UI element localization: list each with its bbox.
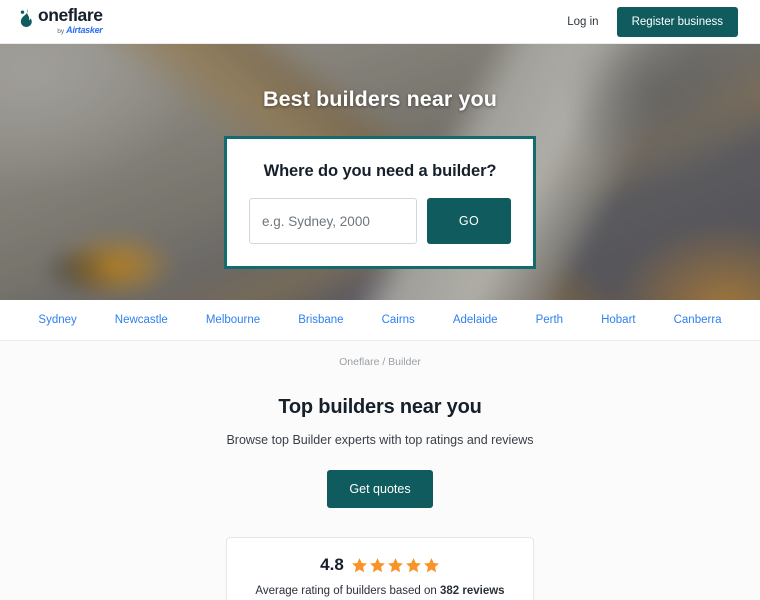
city-link-hobart[interactable]: Hobart <box>582 308 655 332</box>
register-business-button[interactable]: Register business <box>616 6 738 37</box>
star-icon <box>423 557 439 572</box>
city-link-melbourne[interactable]: Melbourne <box>187 308 279 332</box>
city-link-cairns[interactable]: Cairns <box>363 308 434 332</box>
rating-description: Average rating of builders based on 382 … <box>251 583 509 600</box>
hero-title: Best builders near you <box>263 87 497 111</box>
search-go-button[interactable]: GO <box>427 198 511 244</box>
logo-wordmark: oneflare <box>38 5 103 26</box>
rating-summary-card: 4.8 Average rating of builders based on … <box>226 537 534 600</box>
star-icon <box>369 557 385 572</box>
search-row: GO <box>249 198 511 244</box>
flame-icon <box>20 9 32 28</box>
search-card-title: Where do you need a builder? <box>263 162 497 180</box>
location-search-input[interactable] <box>249 198 417 244</box>
logo-text-block: oneflare by Airtasker <box>38 5 103 36</box>
login-link[interactable]: Log in <box>565 12 600 32</box>
rating-header: 4.8 <box>251 555 509 575</box>
star-icon <box>387 557 403 572</box>
page-title: Top builders near you <box>278 396 482 418</box>
city-link-sydney[interactable]: Sydney <box>19 308 95 332</box>
city-links-bar: Sydney Newcastle Melbourne Brisbane Cair… <box>0 300 760 341</box>
site-header: oneflare by Airtasker Log in Register bu… <box>0 0 760 44</box>
main-content: Oneflare / Builder Top builders near you… <box>0 341 760 600</box>
hero-section: Best builders near you Where do you need… <box>0 44 760 300</box>
rating-description-prefix: Average rating of builders based on <box>255 585 440 597</box>
page-root: oneflare by Airtasker Log in Register bu… <box>0 0 760 600</box>
location-search-card: Where do you need a builder? GO <box>224 136 536 269</box>
breadcrumb[interactable]: Oneflare / Builder <box>339 356 421 368</box>
logo-airtasker-label: Airtasker <box>66 25 103 36</box>
star-rating <box>351 557 440 574</box>
logo-by-label: by <box>57 28 65 36</box>
get-quotes-button[interactable]: Get quotes <box>327 470 433 508</box>
rating-score: 4.8 <box>320 555 344 574</box>
city-link-brisbane[interactable]: Brisbane <box>279 308 362 332</box>
oneflare-logo[interactable]: oneflare by Airtasker <box>18 5 103 36</box>
hero-content: Best builders near you Where do you need… <box>0 44 760 300</box>
city-link-perth[interactable]: Perth <box>517 308 583 332</box>
city-link-newcastle[interactable]: Newcastle <box>96 308 187 332</box>
page-subtitle: Browse top Builder experts with top rati… <box>226 433 534 447</box>
city-link-adelaide[interactable]: Adelaide <box>434 308 517 332</box>
header-actions: Log in Register business <box>565 6 738 37</box>
city-link-canberra[interactable]: Canberra <box>655 308 741 332</box>
star-icon <box>351 557 367 572</box>
logo-byline: by Airtasker <box>38 25 103 36</box>
star-icon <box>405 557 421 572</box>
